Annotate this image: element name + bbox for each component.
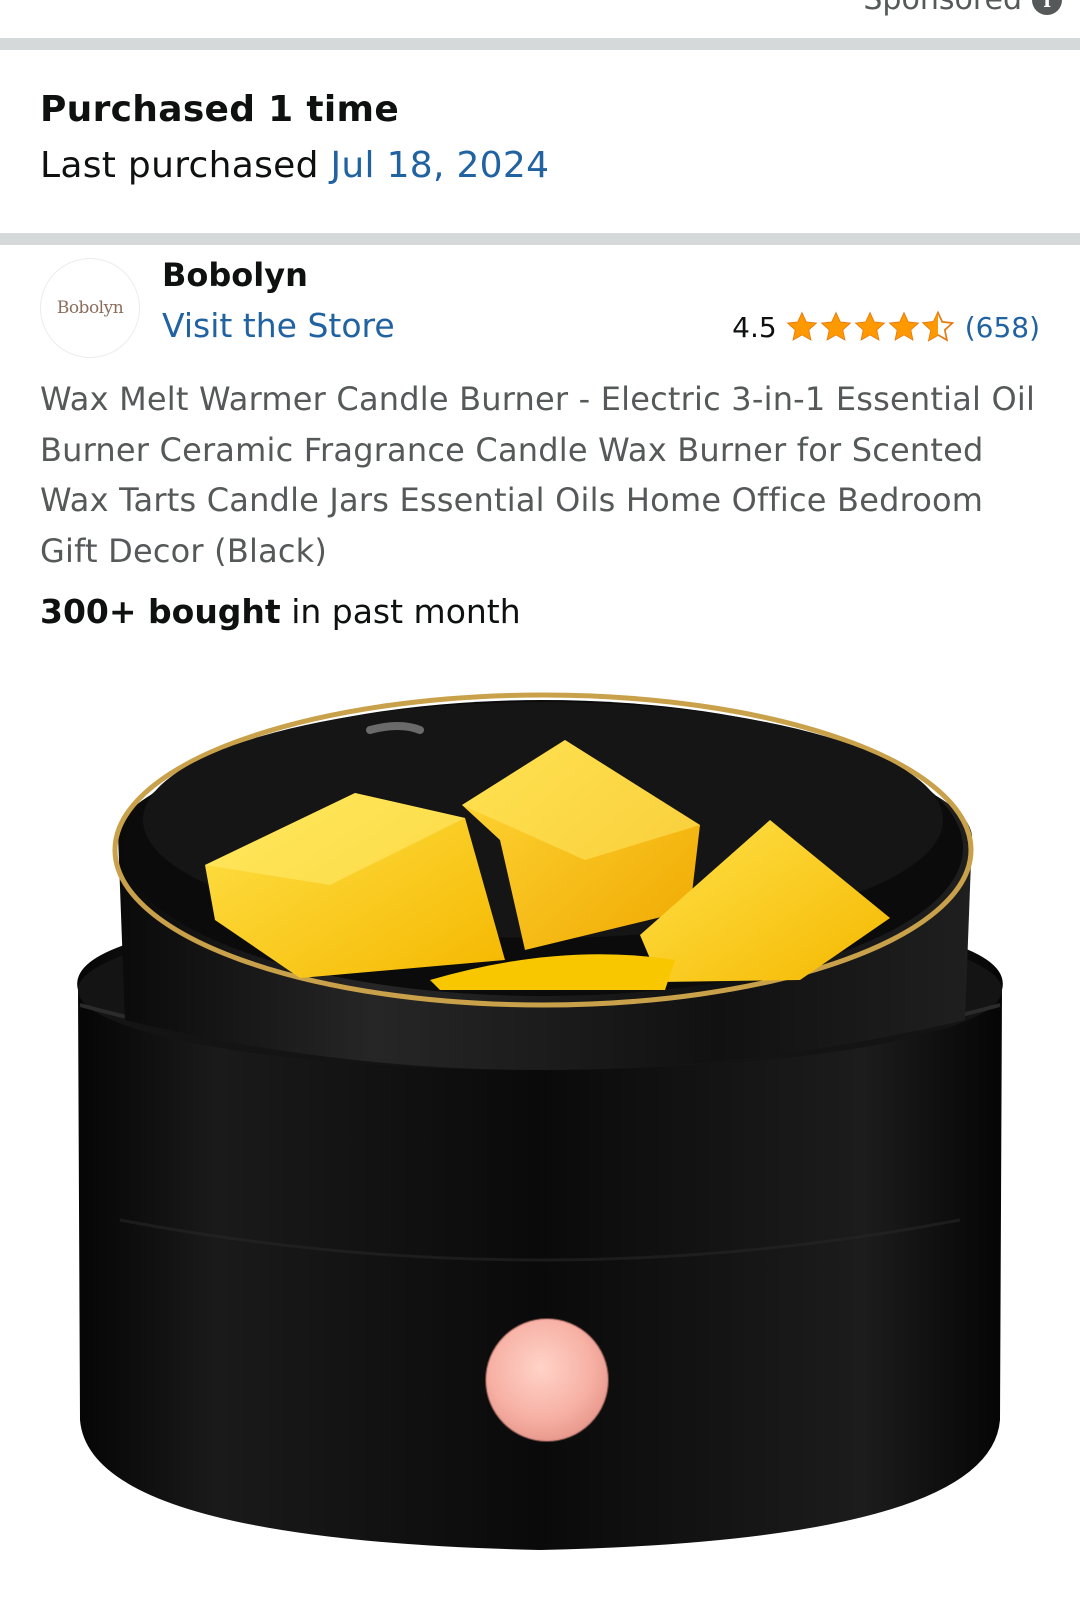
bought-count: 300+ bought in past month: [40, 592, 521, 631]
product-card-page: Sponsored i Purchased 1 time Last purcha…: [0, 0, 1080, 1599]
rating-count: (658): [964, 310, 1040, 344]
brand-name: Bobolyn: [162, 256, 308, 294]
star-full-icon: [888, 311, 920, 341]
star-full-icon: [820, 311, 852, 341]
last-purchased-label: Last purchased: [40, 145, 319, 186]
sponsored-text: Sponsored: [863, 0, 1022, 17]
brand-logo[interactable]: Bobolyn: [40, 258, 140, 358]
purchase-history: Purchased 1 time Last purchased Jul 18, …: [40, 84, 549, 196]
last-purchased-date[interactable]: Jul 18, 2024: [331, 145, 550, 186]
section-divider: [0, 38, 1080, 50]
top-strip: Sponsored i: [0, 0, 1080, 38]
purchase-count: Purchased 1 time: [40, 89, 400, 130]
brand-logo-text: Bobolyn: [56, 298, 124, 318]
bought-count-bold: 300+ bought: [40, 592, 281, 631]
star-rating: [785, 310, 955, 344]
star-full-icon: [854, 311, 886, 341]
visit-store-link[interactable]: Visit the Store: [162, 306, 395, 345]
bought-count-rest: in past month: [280, 592, 521, 631]
section-divider: [0, 233, 1080, 245]
info-icon[interactable]: i: [1032, 0, 1062, 15]
sponsored-label[interactable]: Sponsored i: [863, 0, 1062, 17]
last-purchased-line: Last purchased Jul 18, 2024: [40, 136, 549, 196]
rating-value: 4.5: [732, 310, 777, 344]
product-title[interactable]: Wax Melt Warmer Candle Burner - Electric…: [40, 374, 1040, 576]
star-half-icon: [921, 310, 955, 342]
star-full-icon: [786, 311, 818, 341]
product-image[interactable]: [0, 660, 1080, 1599]
rating-summary[interactable]: 4.5 (658): [732, 310, 1040, 344]
